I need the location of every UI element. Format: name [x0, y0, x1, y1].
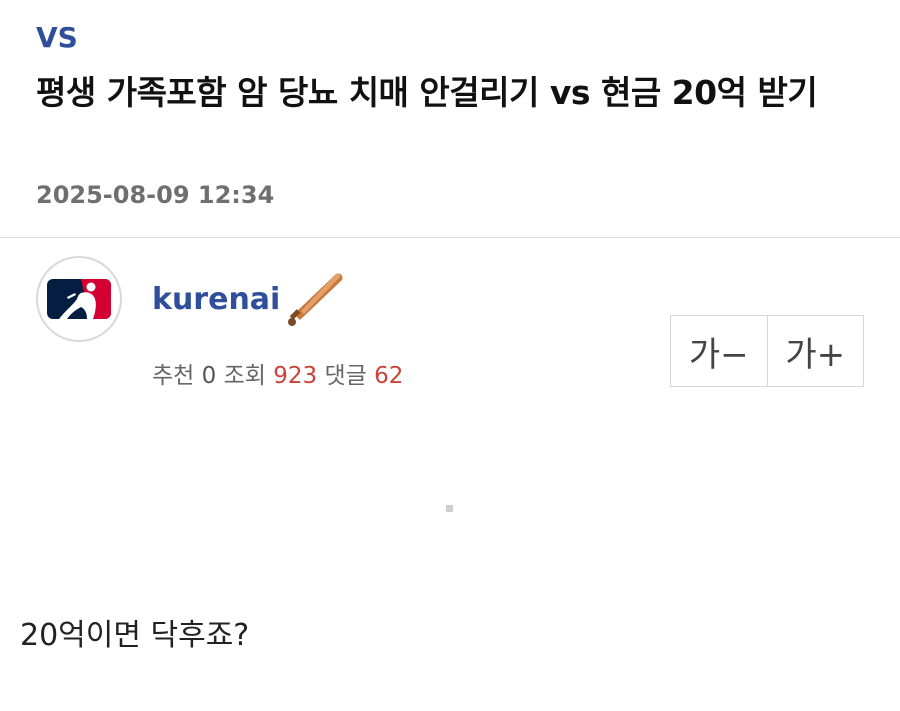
recommend-label: 추천: [152, 363, 195, 389]
header-divider: [0, 237, 900, 238]
post-date: 2025-08-09 12:34: [36, 181, 275, 209]
baseball-bat-icon: [288, 273, 343, 326]
recommend-count: 0: [201, 363, 217, 389]
comments-label: 댓글: [324, 363, 367, 389]
post-stats: 추천 0 조회 923 댓글 62: [152, 360, 403, 392]
font-size-controls: 가− 가+: [670, 315, 864, 387]
font-decrease-button[interactable]: 가−: [671, 316, 767, 386]
post-body: 20억이면 닥후죠?: [20, 618, 250, 653]
avatar[interactable]: [36, 256, 122, 342]
post-title: 평생 가족포함 암 당뇨 치매 안걸리기 vs 현금 20억 받기: [36, 73, 818, 112]
category-link[interactable]: VS: [36, 20, 78, 56]
views-count: 923: [273, 363, 318, 389]
comments-count[interactable]: 62: [374, 363, 403, 389]
font-increase-button[interactable]: 가+: [766, 316, 863, 386]
author-name[interactable]: kurenai: [152, 280, 280, 320]
loading-indicator: [446, 505, 453, 512]
mlb-logo-icon: [47, 279, 111, 319]
views-label: 조회: [223, 363, 266, 389]
